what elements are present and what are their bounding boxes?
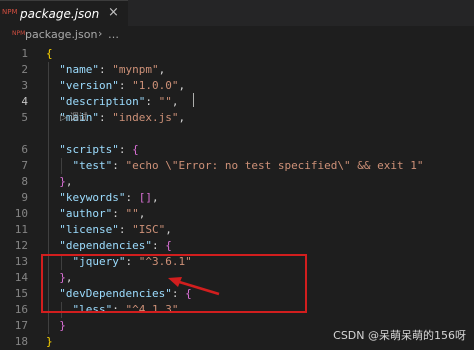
arrow-shaft xyxy=(175,279,220,296)
arrow-head xyxy=(168,277,182,287)
watermark: CSDN @呆萌呆萌的156呀 xyxy=(333,329,466,342)
annotation-arrow xyxy=(168,277,220,296)
